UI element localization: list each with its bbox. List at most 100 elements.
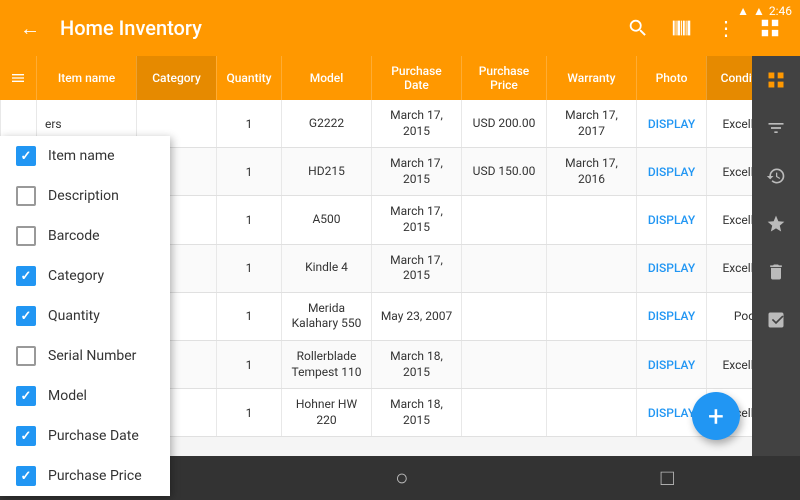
filter-description[interactable]: Description [0,176,170,216]
filter-label-description: Description [48,188,119,204]
cell-purchase-date: March 17, 2015 [371,245,461,292]
sidebar-star-icon[interactable] [752,200,800,248]
cell-warranty [546,196,636,243]
cell-condition: Excellent [706,100,752,147]
cell-quantity: 1 [216,293,281,340]
filter-purchase-date[interactable]: Purchase Date [0,416,170,456]
filter-label-serial-number: Serial Number [48,348,136,364]
filter-label-item-name: Item name [48,148,115,164]
filter-purchase-price[interactable]: Purchase Price [0,456,170,496]
sidebar-filter-icon[interactable] [752,104,800,152]
cell-warranty [546,245,636,292]
filter-barcode[interactable]: Barcode [0,216,170,256]
cell-warranty [546,293,636,340]
checkbox-item-name[interactable] [16,146,36,166]
col-header-warranty: Warranty [546,56,636,100]
checkbox-purchase-price[interactable] [16,466,36,486]
cell-condition: Poor [706,293,752,340]
checkbox-barcode[interactable] [16,226,36,246]
filter-label-quantity: Quantity [48,308,100,324]
cell-model: Hohner HW 220 [281,389,371,436]
sidebar-grid-icon[interactable] [752,56,800,104]
filter-category[interactable]: Category [0,256,170,296]
filter-label-model: Model [48,388,87,404]
checkbox-purchase-date[interactable] [16,426,36,446]
cell-warranty: March 17, 2016 [546,148,636,195]
checkbox-model[interactable] [16,386,36,406]
cell-warranty [546,389,636,436]
filter-item-name[interactable]: Item name [0,136,170,176]
cell-warranty: March 17, 2017 [546,100,636,147]
sidebar-chart-icon[interactable] [752,296,800,344]
checkbox-description[interactable] [16,186,36,206]
filter-model[interactable]: Model [0,376,170,416]
cell-photo[interactable]: DISPLAY [636,341,706,388]
table-header: Item name Category Quantity Model Purcha… [0,56,752,100]
cell-quantity: 1 [216,341,281,388]
back-button[interactable]: ← [12,10,48,46]
barcode-icon[interactable] [664,10,700,46]
checkbox-quantity[interactable] [16,306,36,326]
cell-purchase-date: March 18, 2015 [371,389,461,436]
filter-serial-number[interactable]: Serial Number [0,336,170,376]
cell-photo[interactable]: DISPLAY [636,245,706,292]
search-icon[interactable] [620,10,656,46]
cell-condition: Excellent [706,148,752,195]
cell-purchase-date: March 18, 2015 [371,341,461,388]
col-header-condition: Condition [706,56,752,100]
sidebar-history-icon[interactable] [752,152,800,200]
filter-quantity[interactable]: Quantity [0,296,170,336]
cell-model: Merida Kalahary 550 [281,293,371,340]
add-fab[interactable]: + [692,392,740,440]
photo-display-link[interactable]: DISPLAY [648,117,695,131]
cell-photo[interactable]: DISPLAY [636,196,706,243]
header-icon [0,56,36,100]
cell-purchase-price [461,389,546,436]
cell-model: G2222 [281,100,371,147]
cell-quantity: 1 [216,100,281,147]
photo-display-link[interactable]: DISPLAY [648,213,695,227]
cell-quantity: 1 [216,245,281,292]
col-header-model: Model [281,56,371,100]
sidebar-delete-icon[interactable] [752,248,800,296]
col-header-category: Category [136,56,216,100]
cell-purchase-price: USD 150.00 [461,148,546,195]
cell-purchase-price [461,245,546,292]
app-title: Home Inventory [60,16,202,40]
cell-purchase-price [461,341,546,388]
cell-quantity: 1 [216,148,281,195]
filter-label-barcode: Barcode [48,228,100,244]
cell-photo[interactable]: DISPLAY [636,293,706,340]
time: 2:46 [769,4,792,18]
top-bar: ← Home Inventory ⋮ ▲ ▲ 2:46 [0,0,800,56]
cell-purchase-price [461,196,546,243]
cell-warranty [546,341,636,388]
cell-model: HD215 [281,148,371,195]
photo-display-link[interactable]: DISPLAY [648,309,695,323]
col-header-photo: Photo [636,56,706,100]
cell-purchase-date: March 17, 2015 [371,148,461,195]
cell-purchase-date: May 23, 2007 [371,293,461,340]
cell-photo[interactable]: DISPLAY [636,100,706,147]
right-sidebar [752,56,800,500]
filter-label-purchase-date: Purchase Date [48,428,139,444]
nav-home[interactable]: ○ [395,465,408,491]
cell-model: Kindle 4 [281,245,371,292]
cell-purchase-price [461,293,546,340]
checkbox-serial-number[interactable] [16,346,36,366]
nav-recent[interactable]: □ [661,465,674,491]
photo-display-link[interactable]: DISPLAY [648,358,695,372]
cell-purchase-date: March 17, 2015 [371,100,461,147]
status-bar: ▲ ▲ 2:46 [729,0,800,22]
photo-display-link[interactable]: DISPLAY [648,261,695,275]
photo-display-link[interactable]: DISPLAY [648,165,695,179]
cell-quantity: 1 [216,389,281,436]
col-header-quantity: Quantity [216,56,281,100]
column-filter-panel: Item name Description Barcode Category Q… [0,136,170,496]
wifi-icon: ▲ [737,4,749,18]
cell-condition: Excellent [706,196,752,243]
checkbox-category[interactable] [16,266,36,286]
cell-condition: Excellent [706,341,752,388]
cell-photo[interactable]: DISPLAY [636,148,706,195]
photo-display-link[interactable]: DISPLAY [648,406,695,420]
